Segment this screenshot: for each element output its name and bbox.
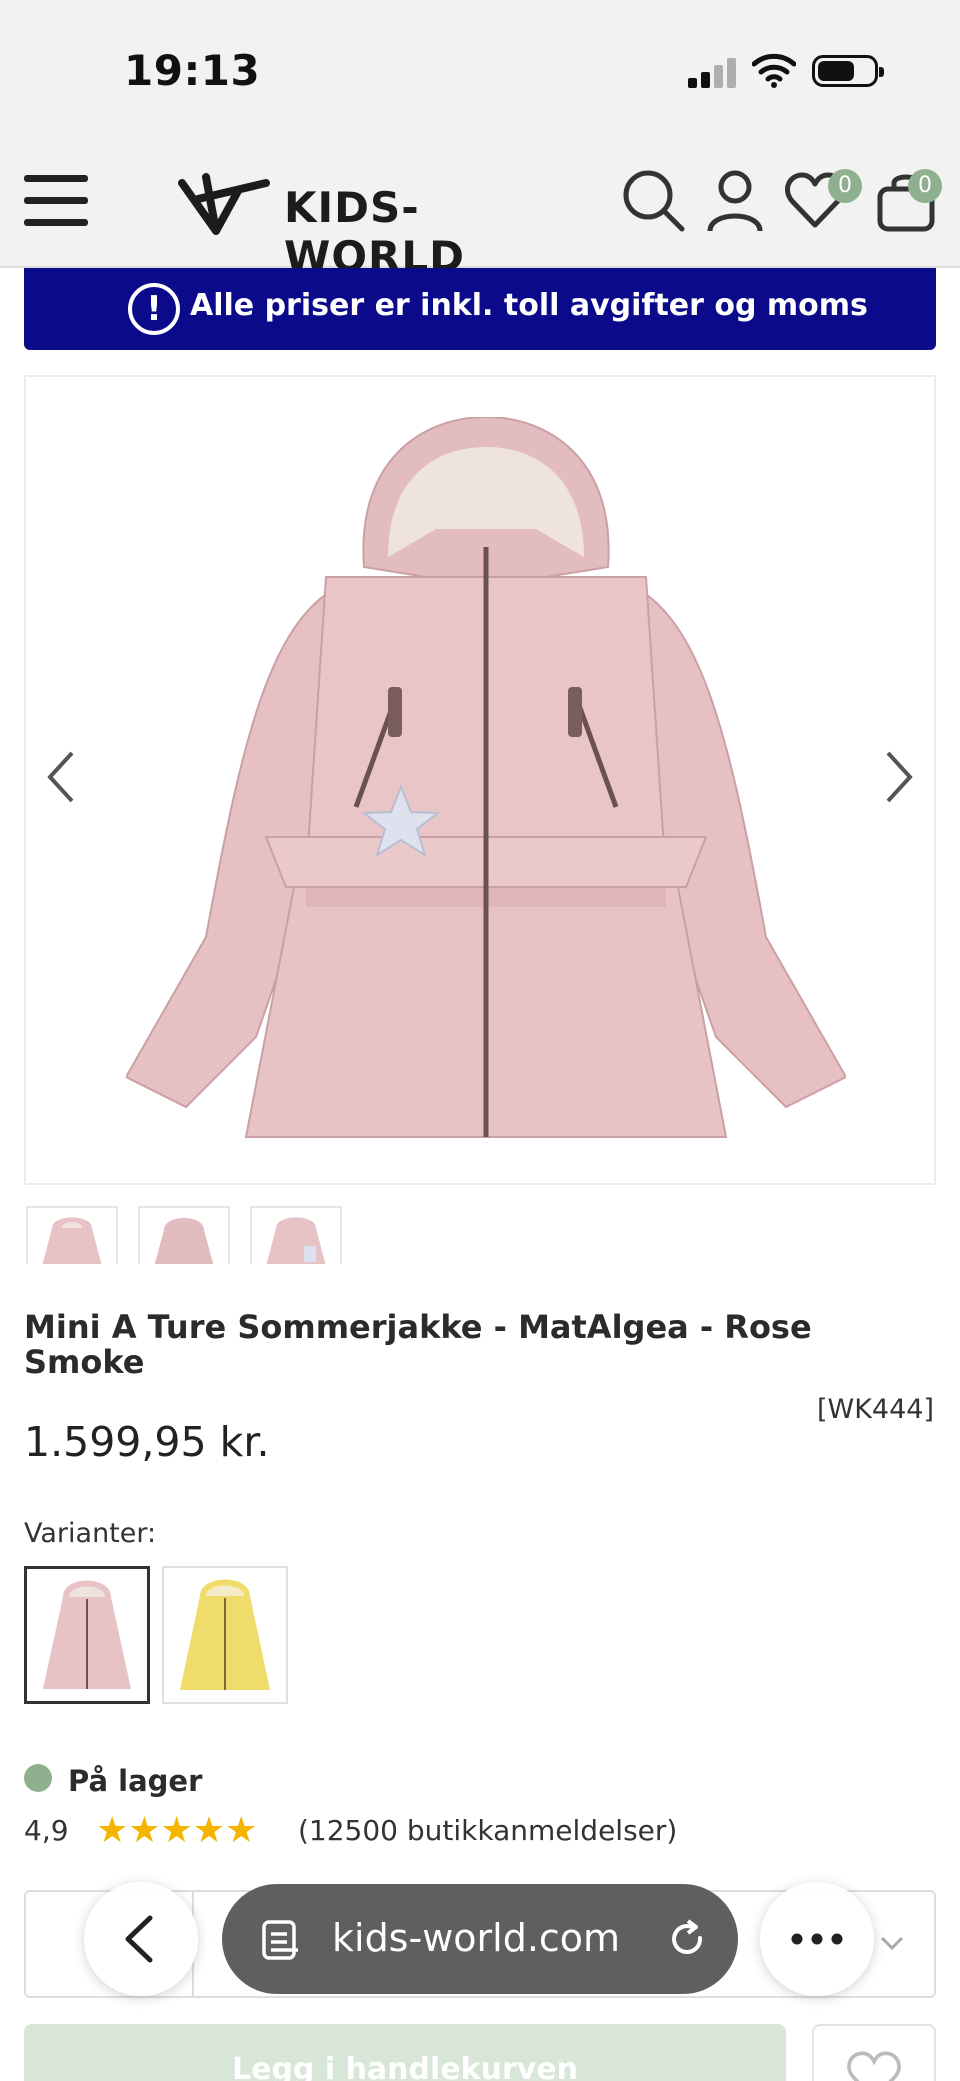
reload-icon[interactable] <box>666 1918 710 1962</box>
variant-rose-smoke[interactable] <box>24 1566 150 1704</box>
browser-back-button[interactable] <box>84 1882 198 1996</box>
in-stock-dot-icon <box>24 1764 52 1792</box>
cart-count-badge: 0 <box>908 169 942 203</box>
variant-yellow[interactable] <box>162 1566 288 1704</box>
heart-icon <box>847 2051 901 2081</box>
banner-text: Alle priser er inkl. toll avgifter og mo… <box>190 288 868 323</box>
review-count-link[interactable]: (12500 butikkanmeldelser) <box>298 1814 677 1847</box>
product-price: 1.599,95 kr. <box>24 1418 270 1466</box>
gallery-thumbnails <box>26 1206 356 1264</box>
duty-info-banner: ! Alle priser er inkl. toll avgifter og … <box>24 268 936 350</box>
stock-status: På lager <box>68 1764 203 1798</box>
kids-world-logo[interactable]: KIDS-WORLD <box>176 169 566 281</box>
thumbnail[interactable] <box>26 1206 118 1264</box>
cellular-signal-icon <box>688 58 736 88</box>
url-text: kids-world.com <box>332 1916 621 1960</box>
site-header: KIDS-WORLD 0 0 <box>0 135 960 281</box>
add-to-wishlist-button[interactable] <box>812 2024 936 2081</box>
logo-mark-icon <box>178 173 270 235</box>
more-dots-icon <box>791 1933 843 1945</box>
product-image <box>126 417 846 1138</box>
page-tabs-icon[interactable] <box>260 1918 304 1962</box>
product-image-gallery <box>24 375 936 1185</box>
rating-stars-icon: ★★★★★ <box>96 1810 258 1851</box>
account-icon[interactable] <box>702 167 768 233</box>
variants-label: Varianter: <box>24 1518 157 1549</box>
search-icon[interactable] <box>620 167 686 233</box>
info-exclamation-icon: ! <box>128 283 180 335</box>
wifi-icon <box>752 53 796 88</box>
menu-icon[interactable] <box>24 175 88 227</box>
gallery-prev-arrow-icon[interactable] <box>42 747 82 807</box>
wishlist-count-badge: 0 <box>828 169 862 203</box>
brand-name: KIDS-WORLD <box>284 183 465 281</box>
status-bar: 19:13 <box>0 0 960 135</box>
product-title: Mini A Ture Sommerjakke - MatAlgea - Ros… <box>24 1308 812 1381</box>
thumbnail[interactable] <box>138 1206 230 1264</box>
browser-more-button[interactable] <box>760 1882 874 1996</box>
chevron-down-icon <box>880 1936 904 1951</box>
rating-value: 4,9 <box>24 1814 69 1847</box>
thumbnail[interactable] <box>250 1206 342 1264</box>
status-time: 19:13 <box>124 46 261 95</box>
gallery-next-arrow-icon[interactable] <box>878 747 918 807</box>
battery-icon <box>812 55 884 87</box>
back-arrow-icon <box>125 1915 153 1963</box>
browser-url-bar[interactable]: kids-world.com <box>222 1884 738 1994</box>
add-to-cart-button[interactable]: Legg i handlekurven <box>24 2024 786 2081</box>
product-sku: [WK444] <box>816 1394 934 1425</box>
